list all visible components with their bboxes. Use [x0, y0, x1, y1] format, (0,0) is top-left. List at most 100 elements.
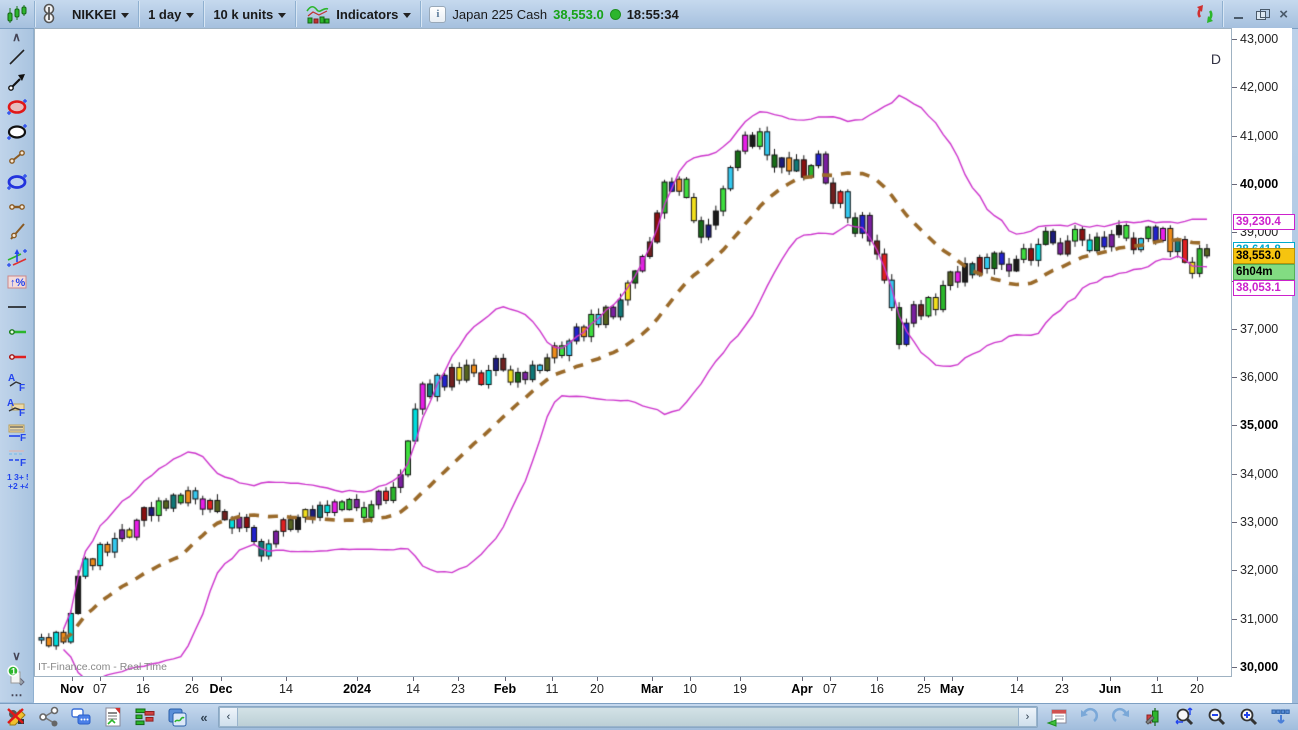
comments-icon[interactable] [68, 705, 94, 729]
svg-text:↑%: ↑% [10, 277, 26, 289]
svg-text:A: A [7, 398, 14, 409]
market-open-indicator [609, 8, 621, 20]
share-icon[interactable] [36, 705, 62, 729]
chart-type-icon[interactable] [0, 0, 34, 28]
date-tickmark [505, 677, 506, 681]
date-tick-label: May [939, 682, 965, 696]
units-dropdown[interactable]: 10 k units [204, 0, 295, 28]
date-tick-label: 14 [279, 682, 293, 696]
minimize-button[interactable] [1233, 9, 1246, 20]
calendar-step-icon[interactable] [1044, 705, 1070, 729]
ray-icon[interactable] [2, 219, 32, 244]
candle-settings-icon[interactable] [1140, 705, 1166, 729]
date-tickmark [690, 677, 691, 681]
restore-button[interactable] [1256, 8, 1271, 20]
quote-panel: i Japan 225 Cash 38,553.0 18:55:34 [421, 5, 686, 23]
ellipse-blue-icon[interactable] [2, 169, 32, 194]
svg-text:1: 1 [11, 666, 16, 676]
ellipse-red-icon[interactable] [2, 94, 32, 119]
date-tick-label: 25 [917, 682, 931, 696]
price-tick-label: 34,000 [1232, 467, 1278, 481]
date-tickmark [877, 677, 878, 681]
date-tickmark [357, 677, 358, 681]
multi-chart-icon[interactable] [164, 705, 190, 729]
date-tickmark [652, 677, 653, 681]
order-book-icon[interactable] [132, 705, 158, 729]
zoom-range-icon[interactable] [1172, 705, 1198, 729]
date-tick-label: 11 [1150, 682, 1164, 696]
link-windows-icon[interactable] [35, 0, 63, 28]
percent-change-icon[interactable]: ↑% [2, 269, 32, 294]
zoom-in-icon[interactable] [1236, 705, 1262, 729]
active-tool-icon[interactable]: 1 [2, 663, 32, 688]
forecast-blue-icon[interactable]: AF [2, 369, 32, 394]
date-tickmark [952, 677, 953, 681]
date-tickmark [1062, 677, 1063, 681]
symbol-dropdown[interactable]: NIKKEI [63, 0, 138, 28]
timeframe-dropdown[interactable]: 1 day [139, 0, 203, 28]
lines-forecast-icon[interactable]: F [2, 419, 32, 444]
price-axis[interactable]: 43,00042,00041,00040,00039,00038,00037,0… [1232, 28, 1295, 703]
svg-text:+2 +4 b: +2 +4 b [8, 481, 28, 491]
dashed-forecast-icon[interactable]: F [2, 444, 32, 469]
date-tickmark [1157, 677, 1158, 681]
date-tick-label: 11 [545, 682, 559, 696]
date-tick-label: Feb [493, 682, 517, 696]
trend-line-icon[interactable] [2, 44, 32, 69]
toolbar-scroll-up[interactable]: ∧ [2, 30, 32, 44]
forecast-colored-icon[interactable]: AF [2, 394, 32, 419]
redo-icon[interactable] [1108, 705, 1134, 729]
price-chart[interactable] [35, 29, 1231, 676]
date-tickmark [72, 677, 73, 681]
indicators-label: Indicators [336, 6, 399, 22]
news-icon[interactable] [100, 705, 126, 729]
date-tickmark [924, 677, 925, 681]
last-price-tag: 38,553.0 [1233, 248, 1295, 264]
date-tick-label: Apr [791, 682, 813, 696]
upper-band-tag: 39,230.4 [1233, 214, 1295, 230]
date-tickmark [413, 677, 414, 681]
date-tickmark [1110, 677, 1111, 681]
timeframe-label: 1 day [148, 6, 182, 22]
zoom-out-icon[interactable] [1204, 705, 1230, 729]
price-tick-label: 37,000 [1232, 322, 1278, 336]
date-tick-label: Mar [640, 682, 664, 696]
more-tools-button[interactable]: ⋯ [2, 688, 32, 702]
chevron-down-icon [278, 12, 287, 18]
date-tickmark [1197, 677, 1198, 681]
chart-watermark: IT-Finance.com - Real Time [38, 661, 167, 673]
ellipse-black-icon[interactable] [2, 119, 32, 144]
instrument-name: Japan 225 Cash [452, 6, 548, 22]
columns-collapse-icon[interactable] [1268, 705, 1294, 729]
date-tick-label: 07 [823, 682, 837, 696]
window-controls: × [1223, 7, 1298, 22]
date-tick-label: 10 [683, 682, 697, 696]
time-axis[interactable]: Nov 07 16 26 Dec 14 2024 14 23 Feb 11 20 Mar 10 19 Apr 0… [34, 677, 1232, 703]
scroll-left-arrow[interactable]: ‹ [219, 707, 238, 727]
date-tick-label: 2024 [343, 682, 371, 696]
info-icon[interactable]: i [429, 5, 447, 23]
units-label: 10 k units [213, 6, 274, 22]
scroll-right-arrow[interactable]: › [1018, 707, 1037, 727]
date-tickmark [458, 677, 459, 681]
trend-arrow-icon[interactable] [2, 69, 32, 94]
price-tick-label: 35,000 [1232, 418, 1278, 432]
elliott-wave-icon[interactable]: 1 3+ 5++2 +4 b [2, 469, 32, 494]
scrollbar-thumb[interactable] [237, 707, 1019, 727]
fibonacci-channel-icon[interactable] [2, 244, 32, 269]
indicators-dropdown[interactable]: Indicators [296, 0, 420, 28]
segment-icon[interactable] [2, 144, 32, 169]
horizontal-segment-icon[interactable] [2, 194, 32, 219]
collapse-toolbar-button[interactable]: « [196, 705, 212, 729]
horizontal-line-icon[interactable] [2, 294, 32, 319]
date-tick-label: 16 [870, 682, 884, 696]
undo-icon[interactable] [1076, 705, 1102, 729]
drawing-toolbar: ∧↑%AFAFFF1 3+ 5++2 +4 b∨1⋯ [0, 29, 34, 702]
horizontal-scrollbar[interactable]: ‹ › [218, 706, 1038, 728]
horizontal-line-red-icon[interactable] [2, 344, 32, 369]
close-button[interactable]: × [1279, 7, 1288, 22]
refresh-icon[interactable] [1188, 0, 1222, 28]
delete-drawings-icon[interactable] [4, 705, 30, 729]
horizontal-line-green-icon[interactable] [2, 319, 32, 344]
toolbar-scroll-down[interactable]: ∨ [2, 649, 32, 663]
